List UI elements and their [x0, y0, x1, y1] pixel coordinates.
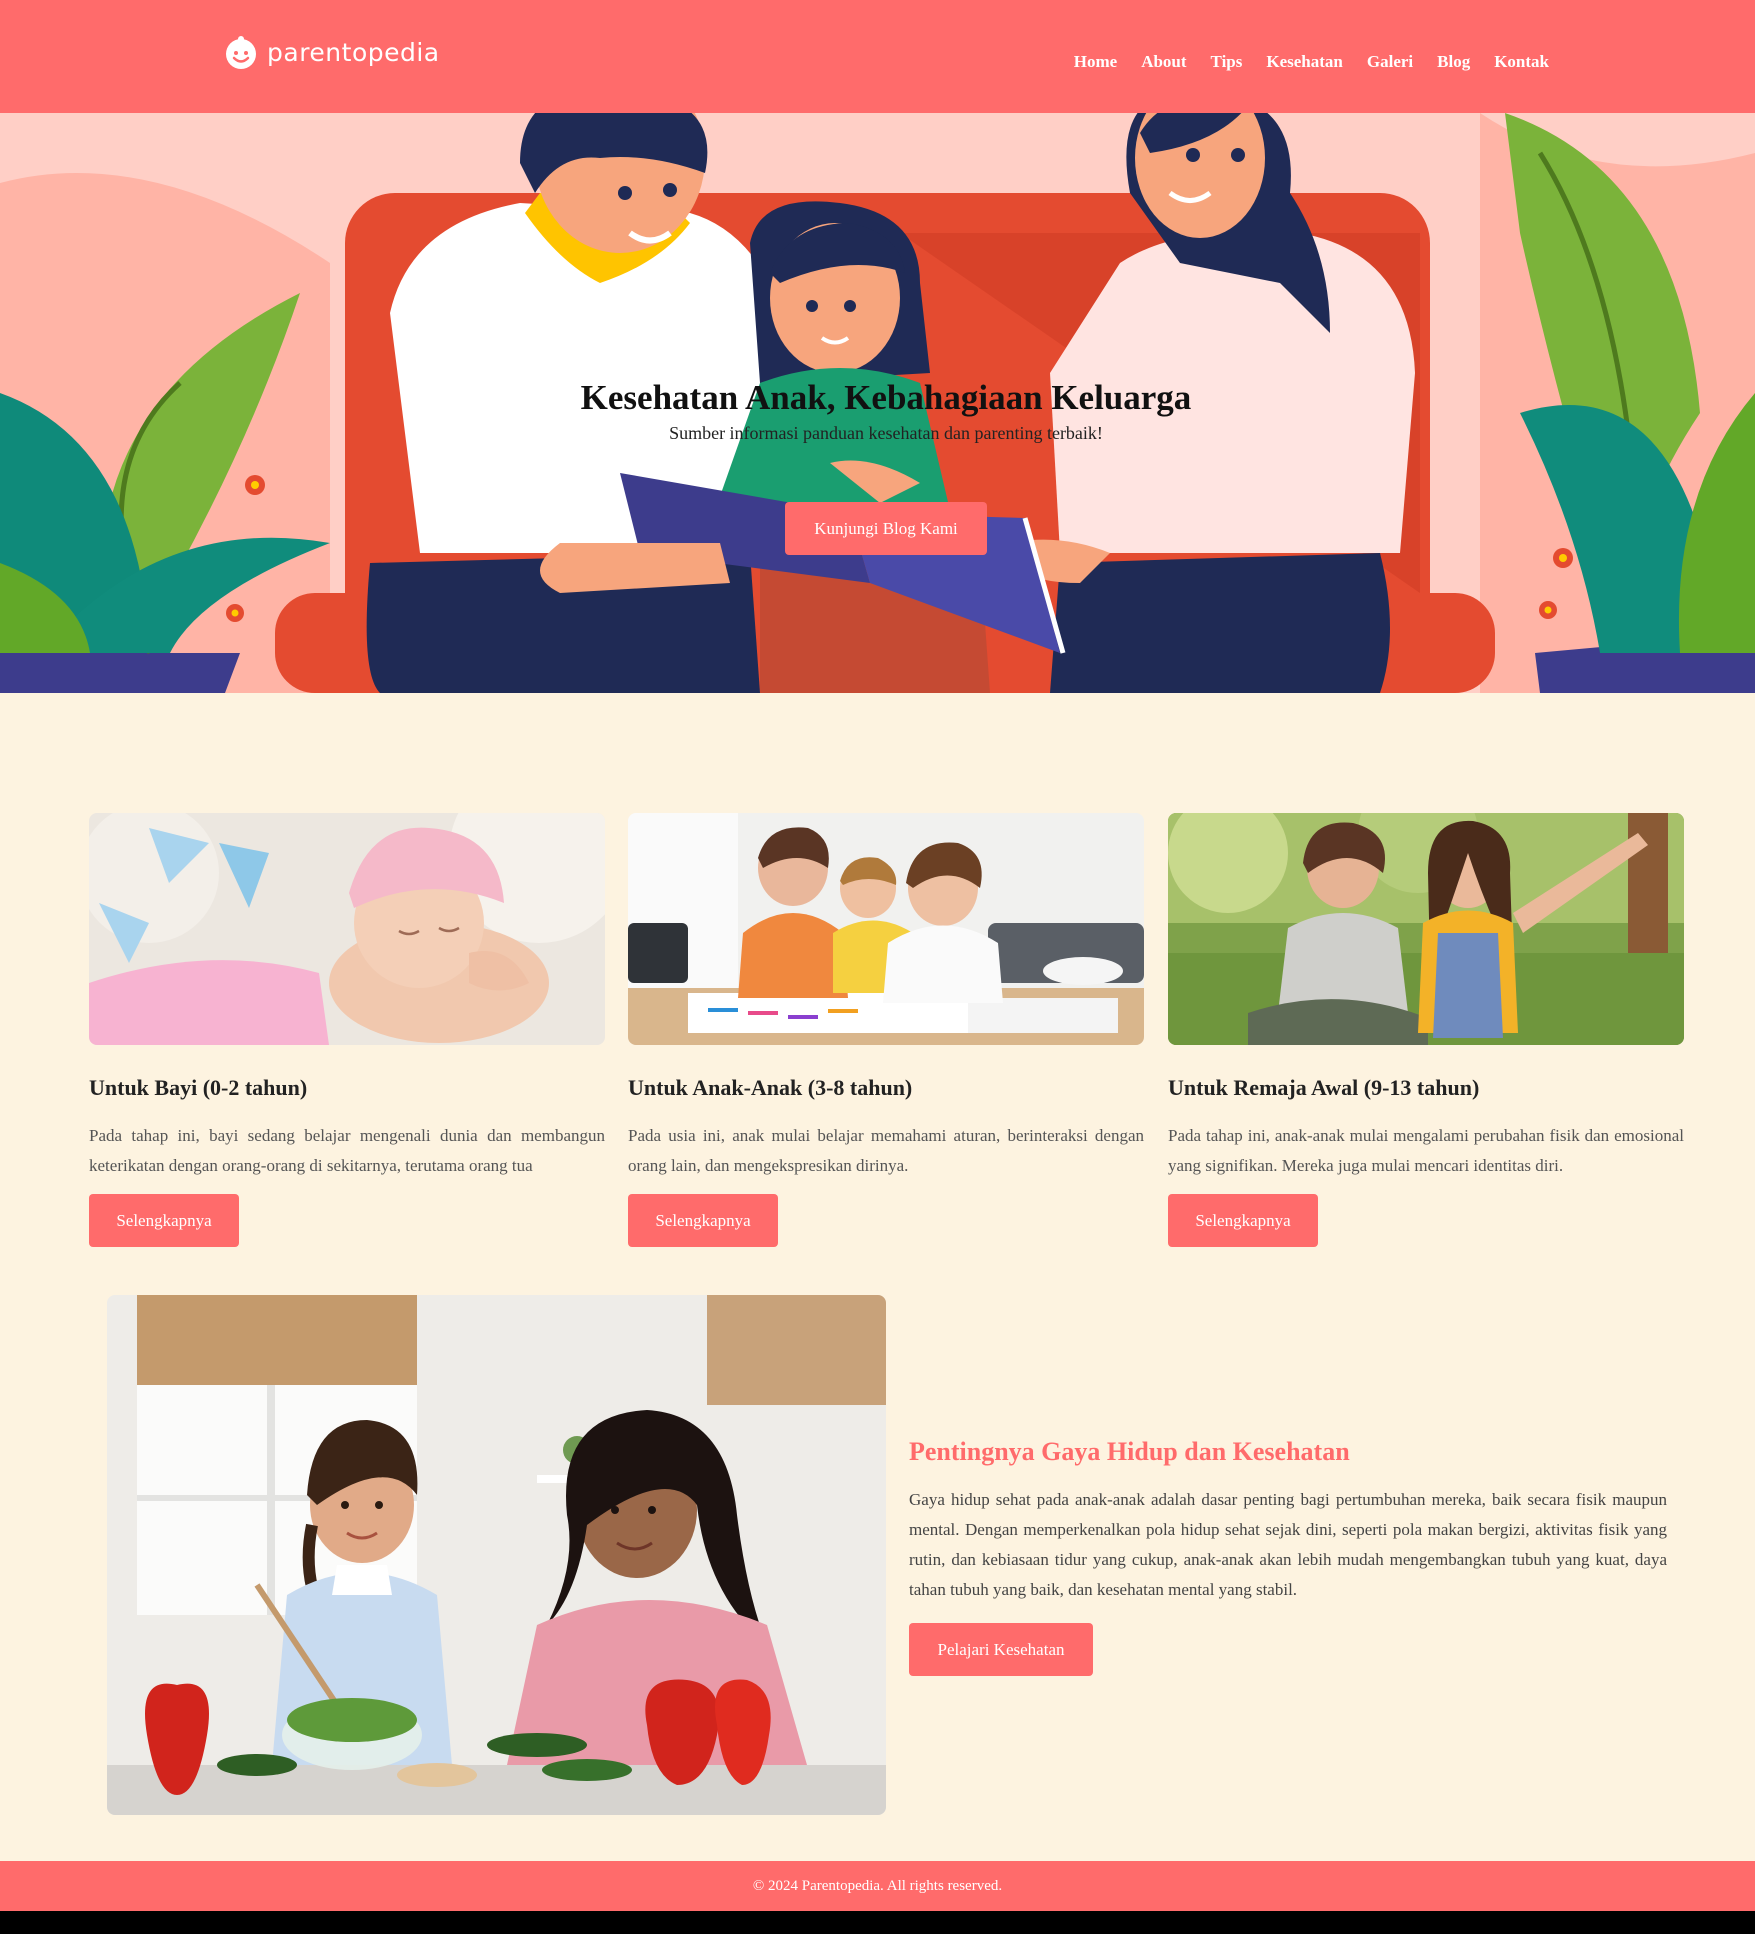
card-preteens: Untuk Remaja Awal (9-13 tahun) Pada taha… [1168, 813, 1684, 1247]
sleeping-baby-photo [89, 813, 605, 1045]
brand-logo[interactable]: parentopedia [223, 34, 440, 70]
footer: © 2024 Parentopedia. All rights reserved… [0, 1861, 1755, 1911]
card-title: Untuk Bayi (0-2 tahun) [89, 1075, 308, 1100]
card-description: Pada usia ini, anak mulai belajar memaha… [628, 1126, 1144, 1175]
brand-name: parentopedia [267, 37, 440, 67]
nav-galeri[interactable]: Galeri [1367, 52, 1413, 72]
kids-drawing-photo [628, 813, 1144, 1045]
hero-banner: Kesehatan Anak, Kebahagiaan Keluarga Sum… [0, 113, 1755, 693]
navbar: parentopedia Home About Tips Kesehatan G… [0, 0, 1755, 113]
mother-daughter-cooking-photo [107, 1295, 886, 1815]
hero-subtitle: Sumber informasi panduan kesehatan dan p… [669, 423, 1103, 443]
card-kids: Untuk Anak-Anak (3-8 tahun) Pada usia in… [628, 813, 1144, 1247]
nav-about[interactable]: About [1141, 52, 1186, 72]
nav-blog[interactable]: Blog [1437, 52, 1470, 72]
preteens-park-photo [1168, 813, 1684, 1045]
learn-health-button[interactable]: Pelajari Kesehatan [909, 1623, 1093, 1676]
read-more-button[interactable]: Selengkapnya [628, 1194, 778, 1247]
hero-title: Kesehatan Anak, Kebahagiaan Keluarga [580, 378, 1192, 417]
card-title: Untuk Remaja Awal (9-13 tahun) [1168, 1075, 1480, 1100]
main-nav: Home About Tips Kesehatan Galeri Blog Ko… [1074, 52, 1549, 72]
main-content: Untuk Bayi (0-2 tahun) Pada tahap ini, b… [0, 693, 1755, 1861]
health-lifestyle-section: Pentingnya Gaya Hidup dan Kesehatan Gaya… [909, 1437, 1667, 1676]
read-more-button[interactable]: Selengkapnya [1168, 1194, 1318, 1247]
read-more-button[interactable]: Selengkapnya [89, 1194, 239, 1247]
nav-kesehatan[interactable]: Kesehatan [1266, 52, 1343, 72]
feature-description: Gaya hidup sehat pada anak-anak adalah d… [909, 1490, 1667, 1599]
copyright-text: © 2024 Parentopedia. All rights reserved… [752, 1877, 1003, 1894]
feature-title: Pentingnya Gaya Hidup dan Kesehatan [909, 1437, 1350, 1466]
nav-tips[interactable]: Tips [1211, 52, 1243, 72]
nav-kontak[interactable]: Kontak [1494, 52, 1549, 72]
card-description: Pada tahap ini, anak-anak mulai mengalam… [1168, 1126, 1684, 1175]
nav-home[interactable]: Home [1074, 52, 1117, 72]
card-baby: Untuk Bayi (0-2 tahun) Pada tahap ini, b… [89, 813, 605, 1247]
baby-face-icon [226, 36, 256, 69]
card-title: Untuk Anak-Anak (3-8 tahun) [628, 1075, 913, 1100]
card-description: Pada tahap ini, bayi sedang belajar meng… [89, 1126, 605, 1175]
visit-blog-button[interactable]: Kunjungi Blog Kami [785, 502, 987, 555]
